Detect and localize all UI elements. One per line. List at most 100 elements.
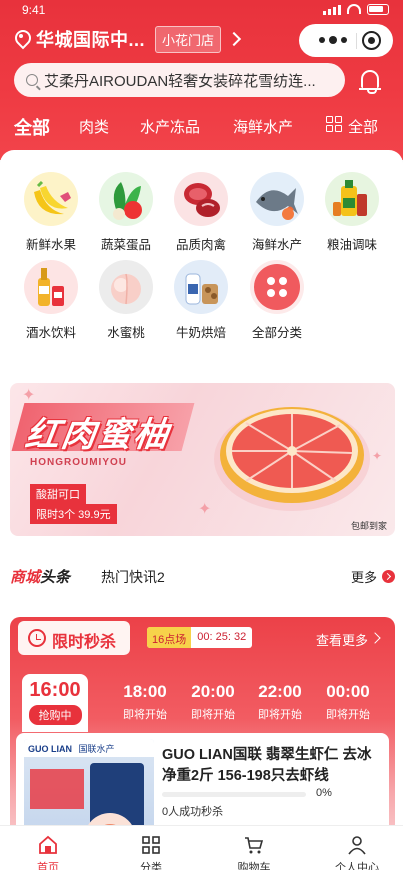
- sparkle-icon: ✦: [22, 387, 36, 404]
- all-categories-icon: [250, 260, 304, 314]
- time-slots: 16:00 抢购中 18:00 即将开始 20:00 即将开始 22:00 即将…: [22, 674, 394, 732]
- signal-icon: [323, 5, 341, 15]
- category-label: 海鲜水产: [251, 238, 302, 252]
- tab-label: 首页: [37, 862, 59, 870]
- news-logo-part: 商城: [10, 569, 41, 586]
- seafood-icon: [250, 172, 304, 226]
- category-label: 水蜜桃: [107, 326, 145, 340]
- category-seafood[interactable]: 海鲜水产: [242, 172, 312, 253]
- clock-icon: [28, 629, 46, 647]
- slot-status: 即将开始: [123, 709, 167, 721]
- category-label: 粮油调味: [326, 238, 377, 252]
- banner-subtitle: HONGROUMIYOU: [30, 457, 127, 468]
- category-label: 酒水饮料: [25, 326, 76, 340]
- more-icon[interactable]: [319, 36, 347, 44]
- tab-category[interactable]: 分类: [111, 826, 191, 870]
- session-countdown: 16点场 00: 25: 32: [147, 627, 253, 648]
- tab-label: 个人中心: [335, 862, 379, 870]
- time-slot[interactable]: 16:00 抢购中: [22, 674, 88, 732]
- location-selector[interactable]: 华城国际中... 小花门店: [14, 25, 242, 53]
- slot-time: 20:00: [191, 682, 235, 701]
- wifi-icon: [347, 4, 361, 14]
- banner-price-tag: 限时3个 39.9元: [30, 504, 117, 524]
- category-label: 蔬菜蛋品: [100, 238, 151, 252]
- vegetable-icon: [99, 172, 153, 226]
- chevron-right-circle-icon[interactable]: [382, 570, 395, 583]
- slot-status: 抢购中: [28, 705, 82, 725]
- grid-icon[interactable]: [326, 116, 343, 133]
- oil-icon: [325, 172, 379, 226]
- category-label: 品质肉禽: [175, 238, 226, 252]
- category-icon: [141, 835, 161, 855]
- status-bar: 9:41: [0, 0, 403, 20]
- tab-label: 分类: [140, 862, 162, 870]
- time-slot[interactable]: 22:00 即将开始: [247, 682, 313, 722]
- drink-icon: [24, 260, 78, 314]
- tab-frozen-seafood[interactable]: 水产冻品: [140, 116, 200, 137]
- slot-status: 即将开始: [191, 709, 235, 721]
- slot-time: 22:00: [258, 682, 302, 701]
- slot-status: 即将开始: [326, 709, 370, 721]
- search-bar[interactable]: 艾柔丹AIROUDAN轻奢女装碎花雪纺连...: [14, 63, 345, 97]
- category-vegetable[interactable]: 蔬菜蛋品: [91, 172, 161, 253]
- category-fruit[interactable]: 新鲜水果: [16, 172, 86, 253]
- status-time: 9:41: [22, 3, 46, 17]
- category-milk-bakery[interactable]: 牛奶烘焙: [166, 260, 236, 341]
- time-slot[interactable]: 20:00 即将开始: [180, 682, 246, 722]
- tab-all[interactable]: 全部: [14, 114, 50, 140]
- time-slot[interactable]: 00:00 即将开始: [315, 682, 381, 722]
- store-tag[interactable]: 小花门店: [155, 25, 222, 53]
- news-more-link[interactable]: 更多: [351, 567, 377, 586]
- time-slot[interactable]: 18:00 即将开始: [112, 682, 178, 722]
- tab-label: 购物车: [237, 862, 271, 870]
- bottom-tab-bar: 首页 分类 购物车 个人中心: [0, 825, 403, 870]
- banana-icon: [24, 172, 78, 226]
- tab-seafood[interactable]: 海鲜水产: [233, 116, 293, 137]
- tab-meat[interactable]: 肉类: [79, 116, 109, 137]
- banner-title: 红肉蜜柚: [22, 416, 173, 454]
- slot-status: 即将开始: [258, 709, 302, 721]
- category-drinks[interactable]: 酒水饮料: [16, 260, 86, 341]
- home-icon: [38, 835, 58, 855]
- cart-icon: [244, 835, 264, 855]
- tab-profile[interactable]: 个人中心: [317, 826, 397, 870]
- user-icon: [347, 835, 367, 855]
- header: 9:41 华城国际中... 小花门店 艾柔丹AIROUDAN轻奢女装碎花雪纺连.…: [0, 0, 403, 160]
- slot-time: 18:00: [123, 682, 167, 701]
- flash-sale-title: 限时秒杀: [52, 634, 117, 651]
- chevron-right-icon: [369, 632, 381, 644]
- category-grain-oil[interactable]: 粮油调味: [317, 172, 387, 253]
- slot-time: 00:00: [326, 682, 370, 701]
- category-peach[interactable]: 水蜜桃: [91, 260, 161, 341]
- peach-icon: [99, 260, 153, 314]
- view-more-link[interactable]: 查看更多: [316, 630, 368, 649]
- category-meat[interactable]: 品质肉禽: [166, 172, 236, 253]
- search-icon: [26, 74, 38, 86]
- news-headline: 热门快讯2: [101, 569, 165, 585]
- countdown-timer: 00: 25: 32: [197, 631, 247, 643]
- search-placeholder: 艾柔丹AIROUDAN轻奢女装碎花雪纺连...: [44, 72, 316, 90]
- category-label: 全部分类: [251, 326, 302, 340]
- milk-icon: [174, 260, 228, 314]
- miniprogram-capsule: [299, 24, 393, 57]
- bell-icon[interactable]: [359, 70, 381, 94]
- news-ticker[interactable]: 商城头条 热门快讯2 更多: [0, 562, 403, 588]
- capsule-divider: [356, 33, 357, 49]
- category-all[interactable]: 全部分类: [242, 260, 312, 341]
- sale-progress-bar: [162, 792, 306, 797]
- banner-tag: 酸甜可口: [30, 484, 86, 504]
- banner-note: 包邮到家: [350, 521, 387, 531]
- grapefruit-image: [214, 407, 370, 511]
- battery-icon: [367, 4, 389, 15]
- tab-cart[interactable]: 购物车: [214, 826, 294, 870]
- category-label: 新鲜水果: [25, 238, 76, 252]
- product-name: GUO LIAN国联 翡翠生虾仁 去冰净重2斤 156-198只去虾线: [162, 747, 372, 784]
- news-logo: 商城头条: [10, 566, 70, 587]
- slot-time: 16:00: [29, 679, 81, 701]
- promo-banner[interactable]: ✦ ✦ ✦ 红肉蜜柚 HONGROUMIYOU 酸甜可口 限时3个 39.9元 …: [10, 383, 395, 536]
- close-miniprogram-icon[interactable]: [362, 31, 381, 50]
- tab-home[interactable]: 首页: [8, 826, 88, 870]
- meat-icon: [174, 172, 228, 226]
- news-logo-part: 头条: [40, 569, 71, 586]
- tab-all-categories[interactable]: 全部: [348, 116, 378, 137]
